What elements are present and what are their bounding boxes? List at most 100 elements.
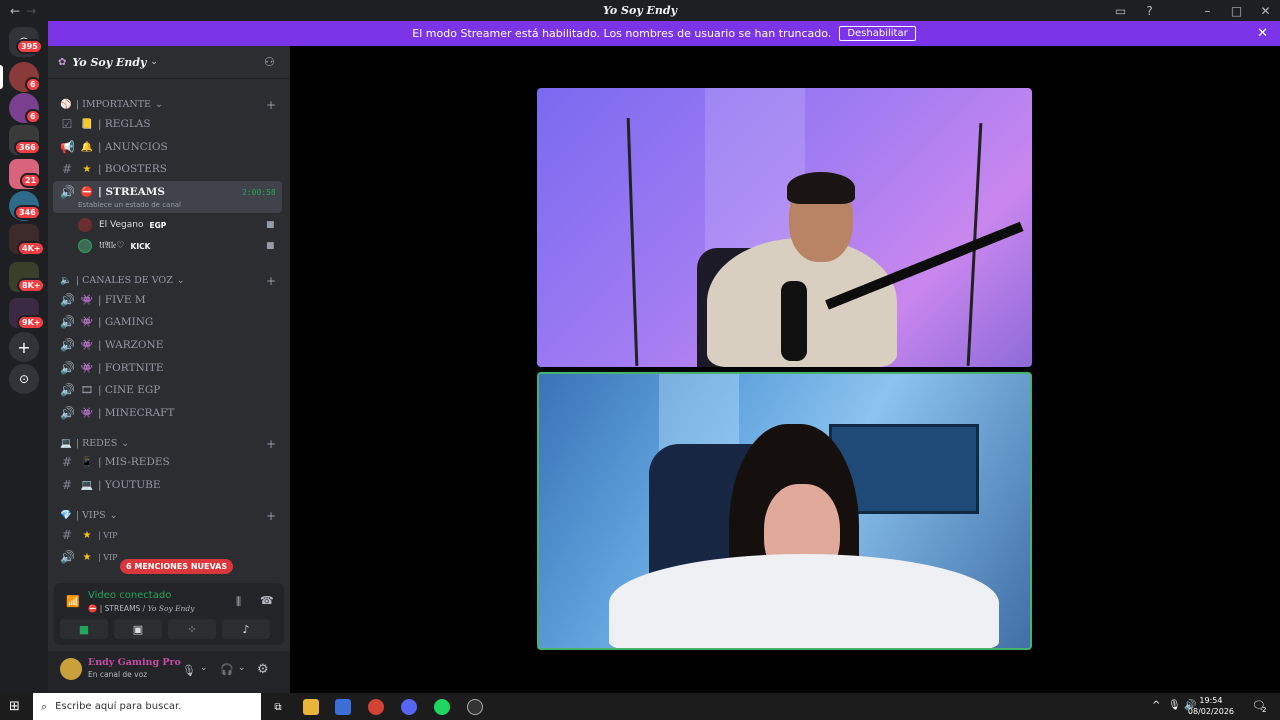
add-channel-icon[interactable]: + xyxy=(266,437,276,451)
channel-fortnite[interactable]: 🔊 👾 | FORTNITE xyxy=(60,358,164,378)
soundboard-button[interactable]: ♪ xyxy=(222,619,270,639)
laptop-icon: 💻 xyxy=(60,438,72,449)
mic-tray-icon[interactable]: 🎙 xyxy=(1168,700,1181,711)
video-stage xyxy=(290,46,1280,693)
rail-badge: 395 xyxy=(16,39,43,54)
task-view-icon[interactable]: ⧉ xyxy=(270,699,286,715)
spotify-icon[interactable] xyxy=(434,699,450,715)
chevron-down-icon: ⌄ xyxy=(176,275,185,286)
alien-icon: 👾 xyxy=(80,316,94,328)
chevron-down-icon[interactable]: ⌄ xyxy=(238,663,246,673)
disable-button[interactable]: Deshabilitar xyxy=(839,26,916,41)
add-server-button[interactable]: + xyxy=(9,332,39,362)
avatar xyxy=(78,218,92,232)
alien-icon: 👾 xyxy=(80,407,94,419)
category-redes[interactable]: 💻 | REDES ⌄ + xyxy=(60,437,276,451)
username[interactable]: Endy Gaming Pro xyxy=(88,657,181,668)
taskbar-search[interactable]: ⌕ Escribe aquí para buscar. xyxy=(33,693,261,720)
windows-start-icon[interactable]: ⊞ xyxy=(9,699,20,714)
speaker-icon: 🔊 xyxy=(60,406,75,420)
channel-sidebar: ✿ Yo Soy Endy ⌄ ⚇ ⚾ | IMPORTANTE ⌄ + ☑ 📒 |… xyxy=(48,46,290,693)
activities-button[interactable]: ⁘ xyxy=(168,619,216,639)
channel-cine[interactable]: 🔊 🎞 | CINE EGP xyxy=(60,380,160,400)
avatar xyxy=(78,239,92,253)
chevron-down-icon: ⌄ xyxy=(150,57,158,67)
hash-icon: # xyxy=(61,478,73,492)
avatar[interactable] xyxy=(60,658,82,680)
category-voz[interactable]: 🔈 | CANALES DE VOZ ⌄ + xyxy=(60,274,276,288)
close-window-icon[interactable]: ✕ xyxy=(1251,4,1280,18)
clock[interactable]: 19:54 08/02/2026 xyxy=(1188,695,1234,717)
server-rail: ◉ 395 6 6 366 21 346 4K+ 8K+ 9K+ + ⊙ xyxy=(0,21,48,693)
film-icon: 🎞 xyxy=(80,384,94,396)
category-importante[interactable]: ⚾ | IMPORTANTE ⌄ + xyxy=(60,98,276,112)
star-icon: ★ xyxy=(82,551,92,563)
chevron-down-icon[interactable]: ⌄ xyxy=(200,663,208,673)
chevron-down-icon: ⌄ xyxy=(109,510,118,521)
maximize-icon[interactable]: □ xyxy=(1222,4,1251,18)
book-icon: 📒 xyxy=(80,118,94,130)
discord-icon[interactable] xyxy=(401,699,417,715)
streamer-figure xyxy=(609,554,999,648)
no-entry-icon: ⛔ xyxy=(88,604,98,613)
voice-channel-path[interactable]: ⛔ | STREAMS / Yo Soy Endy xyxy=(88,604,194,613)
close-icon[interactable]: ✕ xyxy=(1257,26,1268,41)
channel-streams[interactable]: 🔊 ⛔ | STREAMS xyxy=(60,182,165,202)
store-icon[interactable] xyxy=(335,699,351,715)
rules-icon: ☑ xyxy=(61,117,73,131)
chrome-icon[interactable] xyxy=(368,699,384,715)
help-icon[interactable]: ? xyxy=(1135,4,1164,18)
tray-chevron-icon[interactable]: ^ xyxy=(1152,700,1160,711)
server-name: Yo Soy Endy xyxy=(72,55,147,69)
speaker-icon: 🔊 xyxy=(60,338,75,352)
channel-youtube[interactable]: # 💻 | YOUTUBE xyxy=(60,475,161,495)
microphone-icon[interactable]: 🎙 xyxy=(182,664,196,677)
explore-icon[interactable]: ⊙ xyxy=(9,364,39,394)
voice-user[interactable]: 𝔘𝔄𝔩𝔢♡ KICK xyxy=(78,237,150,255)
window-title: Yo Soy Endy xyxy=(602,4,678,17)
channel-status-hint[interactable]: Establece un estado de canal xyxy=(78,201,181,209)
video-tile[interactable] xyxy=(537,88,1032,367)
voice-connection-panel: 📶 Video conectado ⛔ | STREAMS / Yo Soy E… xyxy=(54,583,284,645)
megaphone-icon: 📢 xyxy=(60,140,75,154)
channel-minecraft[interactable]: 🔊 👾 | MINECRAFT xyxy=(60,403,174,423)
channel-vip-voice[interactable]: 🔊 ★ | VIP xyxy=(60,547,118,567)
channel-gaming[interactable]: 🔊 👾 | GAMING xyxy=(60,312,153,332)
file-explorer-icon[interactable] xyxy=(303,699,319,715)
camera-button[interactable]: ■ xyxy=(60,619,108,639)
channel-anuncios[interactable]: 📢 🔔 | ANUNCIOS xyxy=(60,137,168,157)
channel-fivem[interactable]: 🔊 👾 | FIVE M xyxy=(60,290,146,310)
add-channel-icon[interactable]: + xyxy=(266,509,276,523)
channel-reglas[interactable]: ☑ 📒 | REGLAS xyxy=(60,114,151,134)
alien-icon: 👾 xyxy=(80,294,94,306)
disconnect-icon[interactable]: ☎ xyxy=(260,594,274,607)
channel-warzone[interactable]: 🔊 👾 | WARZONE xyxy=(60,335,163,355)
voice-user[interactable]: El Vegano EGP xyxy=(78,216,166,234)
headphones-icon[interactable]: 🎧 xyxy=(220,663,234,676)
channel-vip-text[interactable]: # ★ | VIP xyxy=(60,525,118,545)
noise-suppression-icon[interactable]: ⫼ xyxy=(236,595,241,609)
inbox-icon[interactable]: ▭ xyxy=(1106,4,1135,18)
speaker-icon: 🔊 xyxy=(60,361,75,375)
channel-misredes[interactable]: # 📱 | MIS-REDES xyxy=(60,452,170,472)
server-header[interactable]: ✿ Yo Soy Endy ⌄ ⚇ xyxy=(48,46,290,79)
add-channel-icon[interactable]: + xyxy=(266,274,276,288)
chevron-down-icon: ⌄ xyxy=(154,99,163,110)
channel-boosters[interactable]: # ★ | BOOSTERS xyxy=(60,159,167,179)
video-tile-speaking[interactable] xyxy=(537,372,1032,650)
gear-icon[interactable]: ⚙ xyxy=(257,662,269,677)
title-bar: ← → Yo Soy Endy ▭ ? – □ ✕ xyxy=(0,0,1280,21)
obs-icon[interactable] xyxy=(467,699,483,715)
hair xyxy=(787,172,855,204)
category-vips[interactable]: 💎 | VIPS ⌄ + xyxy=(60,509,276,523)
new-mentions-button[interactable]: 6 MENCIONES NUEVAS xyxy=(120,559,234,574)
screenshare-button[interactable]: ▣ xyxy=(114,619,162,639)
taskbar: ⊞ ⌕ Escribe aquí para buscar. ⧉ ^ 🎙 🔊 19… xyxy=(0,693,1280,720)
add-channel-icon[interactable]: + xyxy=(266,98,276,112)
search-icon: ⌕ xyxy=(41,699,48,713)
speaker-icon: 🔊 xyxy=(60,185,75,199)
invite-icon[interactable]: ⚇ xyxy=(264,55,275,69)
voice-status[interactable]: Video conectado xyxy=(88,590,171,601)
minimize-icon[interactable]: – xyxy=(1193,4,1222,18)
speaker-icon: 🔊 xyxy=(60,550,75,564)
